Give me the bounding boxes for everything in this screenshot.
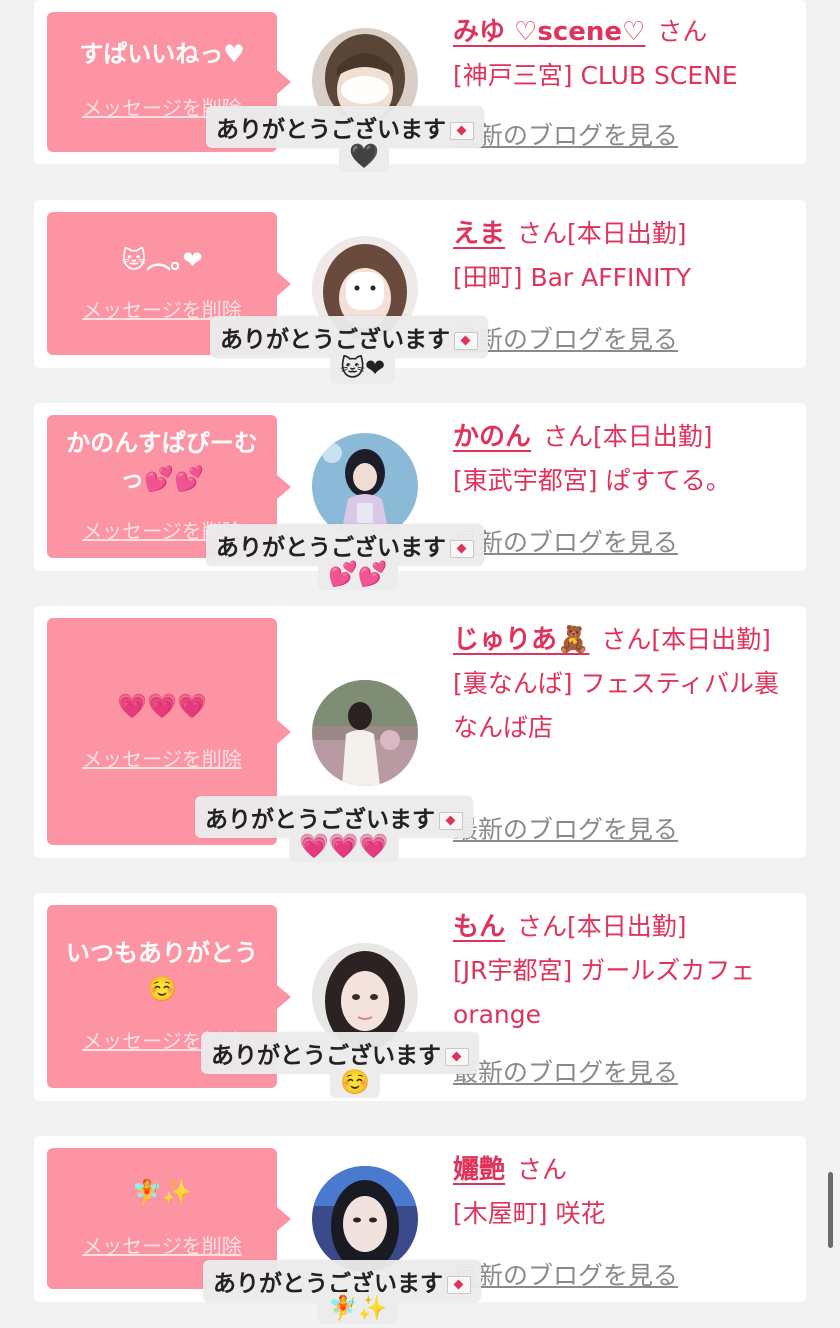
honorific: さん[本日出勤] [517, 219, 687, 248]
cast-info: えま さん[本日出勤] [田町] Bar AFFINITY [453, 212, 793, 300]
message-text: すぱいいねっ♥ [79, 40, 245, 68]
toast-emoji: 🧚✨ [318, 1292, 398, 1324]
scrollbar[interactable] [828, 1172, 833, 1248]
cast-info: みゆ ♡scene♡ さん [神戸三宮] CLUB SCENE [453, 10, 793, 98]
toast-text: ありがとうございます [211, 1043, 441, 1069]
envelope-icon [439, 811, 463, 830]
shop-name: [東武宇都宮] ぱすてる。 [453, 466, 731, 495]
cast-name-link[interactable]: かのん [453, 422, 531, 452]
envelope-icon [445, 1047, 469, 1066]
toast-emoji: 💗💗💗 [289, 830, 399, 862]
honorific: さん[本日出勤] [601, 625, 771, 654]
cast-name-link[interactable]: もん [453, 912, 505, 942]
cast-name-link[interactable]: みゆ ♡scene♡ [453, 17, 645, 47]
shop-name: [裏なんば] フェスティバル裏なんば店 [453, 669, 779, 742]
toast-emoji: ☺️ [330, 1066, 380, 1098]
blog-link[interactable]: 最新のブログを見る [453, 523, 678, 559]
honorific: さん [517, 1155, 568, 1184]
message-text: 💗💗💗 [117, 692, 207, 720]
envelope-icon [450, 121, 474, 140]
blog-link[interactable]: 最新のブログを見る [453, 810, 678, 846]
avatar[interactable] [312, 680, 418, 786]
delete-message-link[interactable]: メッセージを削除 [47, 1230, 277, 1259]
shop-name: [JR宇都宮] ガールズカフェorange [453, 956, 756, 1029]
envelope-icon [450, 539, 474, 558]
cast-name-link[interactable]: えま [453, 219, 505, 249]
cast-name-link[interactable]: 孋艶 [453, 1155, 505, 1185]
cast-info: 孋艶 さん [木屋町] 咲花 [453, 1148, 793, 1236]
cast-info: かのん さん[本日出勤] [東武宇都宮] ぱすてる。 [453, 415, 793, 503]
message-text: 🧚✨ [132, 1178, 192, 1206]
envelope-icon [454, 331, 478, 350]
shop-name: [神戸三宮] CLUB SCENE [453, 61, 738, 90]
avatar[interactable] [312, 1166, 418, 1272]
message-text: いつもありがとう☺️ [66, 939, 258, 1003]
toast-emoji: 💕💕 [318, 558, 398, 590]
toast-emoji: 🖤 [339, 140, 389, 172]
cast-info: もん さん[本日出勤] [JR宇都宮] ガールズカフェorange [453, 905, 793, 1037]
blog-link[interactable]: 最新のブログを見る [453, 1256, 678, 1292]
envelope-icon [447, 1275, 471, 1294]
toast-emoji: 🐱❤ [330, 352, 396, 384]
shop-name: [田町] Bar AFFINITY [453, 263, 692, 292]
message-text: 🐱︵｡❤ [121, 246, 203, 274]
delete-message-link[interactable]: メッセージを削除 [47, 743, 277, 772]
message-text: かのんすぱぴーむっ💕💕 [66, 429, 258, 493]
toast-text: ありがとうございます [220, 327, 450, 353]
cast-name-link[interactable]: じゅりあ🧸 [453, 625, 589, 655]
blog-link[interactable]: 最新のブログを見る [453, 1053, 678, 1089]
toast-text: ありがとうございます [216, 117, 446, 143]
honorific: さん[本日出勤] [543, 422, 713, 451]
honorific: さん [657, 17, 708, 46]
honorific: さん[本日出勤] [517, 912, 687, 941]
cast-info: じゅりあ🧸 さん[本日出勤] [裏なんば] フェスティバル裏なんば店 [453, 618, 793, 750]
blog-link[interactable]: 最新のブログを見る [453, 116, 678, 152]
shop-name: [木屋町] 咲花 [453, 1199, 606, 1228]
